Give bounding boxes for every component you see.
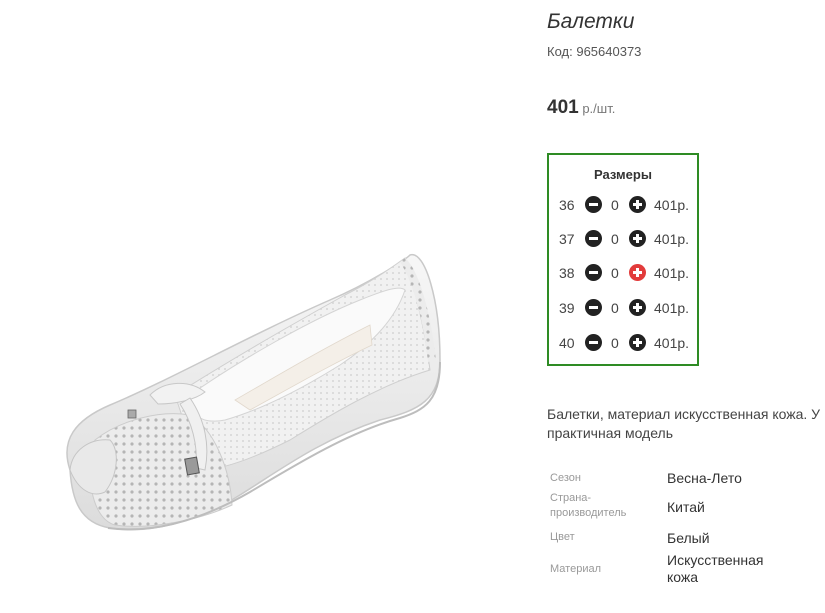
decrease-quantity-button[interactable] — [585, 264, 602, 281]
quantity-value: 0 — [611, 231, 619, 247]
attribute-value: Весна-Лето — [667, 470, 742, 486]
sizes-panel: Размеры 36 0 401р. 37 0 401р. 38 0 401р.… — [547, 153, 699, 366]
attribute-value: кожа — [667, 569, 699, 585]
product-code: Код: 965640373 — [547, 44, 641, 59]
attribute-value: Искусственная — [667, 552, 764, 568]
size-row: 39 0 401р. — [549, 297, 699, 319]
attribute-label: Страна- — [550, 492, 592, 504]
size-price: 401р. — [654, 197, 690, 213]
size-number: 39 — [559, 300, 575, 316]
quantity-value: 0 — [611, 335, 619, 351]
attribute-value: Китай — [667, 499, 705, 515]
attribute-label: Цвет — [550, 531, 575, 543]
increase-quantity-button[interactable] — [629, 334, 646, 351]
increase-quantity-button[interactable] — [629, 299, 646, 316]
quantity-value: 0 — [611, 197, 619, 213]
size-number: 38 — [559, 265, 575, 281]
product-description: Балетки, материал искусственная кожа. У … — [547, 405, 825, 443]
description-line: Балетки, материал искусственная кожа. У — [547, 406, 821, 422]
attribute-label: Материал — [550, 563, 601, 575]
increase-quantity-button[interactable] — [629, 230, 646, 247]
price-value: 401 — [547, 97, 579, 118]
attribute-country: Страна- производитель Китай — [550, 492, 825, 522]
size-price: 401р. — [654, 265, 690, 281]
attribute-value: Белый — [667, 530, 710, 546]
attribute-season: Сезон Весна-Лето — [550, 469, 825, 489]
size-row: 40 0 401р. — [549, 332, 699, 354]
increase-quantity-button[interactable] — [629, 196, 646, 213]
product-title: Балетки — [547, 10, 635, 33]
decrease-quantity-button[interactable] — [585, 299, 602, 316]
decrease-quantity-button[interactable] — [585, 230, 602, 247]
decrease-quantity-button[interactable] — [585, 334, 602, 351]
attribute-label: Сезон — [550, 472, 581, 484]
quantity-value: 0 — [611, 300, 619, 316]
size-row: 37 0 401р. — [549, 228, 699, 250]
size-price: 401р. — [654, 231, 690, 247]
product-image[interactable] — [0, 0, 520, 613]
size-price: 401р. — [654, 300, 690, 316]
increase-quantity-button[interactable] — [629, 264, 646, 281]
decrease-quantity-button[interactable] — [585, 196, 602, 213]
product-price: 401 р./шт. — [547, 97, 615, 119]
attribute-material: Материал Искусственная кожа — [550, 552, 825, 588]
size-price: 401р. — [654, 335, 690, 351]
size-number: 40 — [559, 335, 575, 351]
price-unit: р./шт. — [582, 101, 616, 116]
attribute-color: Цвет Белый — [550, 529, 825, 549]
shoe-image — [66, 254, 441, 531]
product-code-label: Код: — [547, 44, 573, 59]
attribute-label: производитель — [550, 507, 627, 519]
quantity-value: 0 — [611, 265, 619, 281]
size-number: 37 — [559, 231, 575, 247]
description-line: практичная модель — [547, 425, 674, 441]
size-row: 36 0 401р. — [549, 194, 699, 216]
sizes-title: Размеры — [594, 167, 652, 182]
size-number: 36 — [559, 197, 575, 213]
size-row: 38 0 401р. — [549, 262, 699, 284]
product-code-value: 965640373 — [576, 44, 642, 59]
